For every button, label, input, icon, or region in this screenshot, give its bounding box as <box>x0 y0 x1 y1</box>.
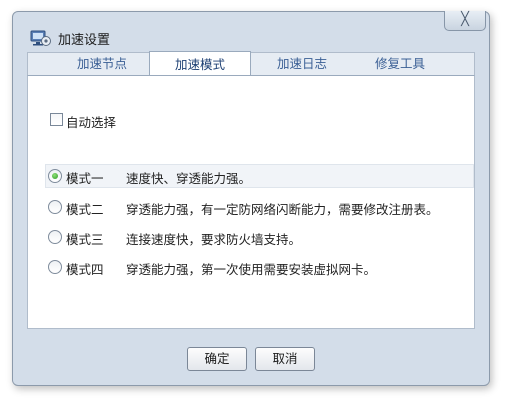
close-button[interactable]: ╳ <box>444 11 486 31</box>
mode-4-name: 模式四 <box>66 262 104 277</box>
mode-4-radio[interactable] <box>48 260 62 274</box>
auto-select-label: 自动选择 <box>66 115 117 130</box>
tab-repair-tools[interactable]: 修复工具 <box>350 53 450 76</box>
mode-1-radio[interactable] <box>48 169 62 183</box>
mode-panel: 自动选择 模式一 速度快、穿透能力强。 模式二 穿透能力强，有一定防网络闪断能力… <box>27 75 475 329</box>
tab-strip: 加速节点 加速模式 加速日志 修复工具 <box>27 51 475 77</box>
mode-4-description: 穿透能力强，第一次使用需要安装虚拟网卡。 <box>126 262 377 277</box>
mode-1-description: 速度快、穿透能力强。 <box>126 171 252 186</box>
mode-3-radio[interactable] <box>48 230 62 244</box>
cancel-button[interactable]: 取消 <box>255 347 315 371</box>
tab-acceleration-mode[interactable]: 加速模式 <box>149 51 251 77</box>
mode-option-4[interactable]: 模式四 穿透能力强，第一次使用需要安装虚拟网卡。 <box>46 256 474 278</box>
tab-acceleration-nodes[interactable]: 加速节点 <box>52 53 152 76</box>
auto-select-checkbox[interactable] <box>50 113 63 126</box>
mode-option-1[interactable]: 模式一 速度快、穿透能力强。 <box>45 164 474 188</box>
close-icon: ╳ <box>461 12 469 27</box>
dialog-title: 加速设置 <box>58 33 111 48</box>
ok-button[interactable]: 确定 <box>187 347 247 371</box>
mode-2-radio[interactable] <box>48 200 62 214</box>
mode-option-2[interactable]: 模式二 穿透能力强，有一定防网络闪断能力，需要修改注册表。 <box>46 196 474 218</box>
mode-option-3[interactable]: 模式三 连接速度快，要求防火墙支持。 <box>46 226 474 248</box>
tab-acceleration-log[interactable]: 加速日志 <box>252 53 352 76</box>
settings-dialog: 加速设置 ╳ 加速节点 加速模式 加速日志 修复工具 自动选择 模式一 速度快、… <box>12 11 490 386</box>
radio-selected-dot <box>52 173 58 179</box>
mode-3-description: 连接速度快，要求防火墙支持。 <box>126 232 302 247</box>
mode-1-name: 模式一 <box>66 171 104 186</box>
title-bar[interactable]: 加速设置 ╳ <box>13 11 489 50</box>
mode-3-name: 模式三 <box>66 232 104 247</box>
mode-2-name: 模式二 <box>66 202 104 217</box>
network-settings-icon <box>30 30 51 46</box>
mode-2-description: 穿透能力强，有一定防网络闪断能力，需要修改注册表。 <box>126 202 439 217</box>
